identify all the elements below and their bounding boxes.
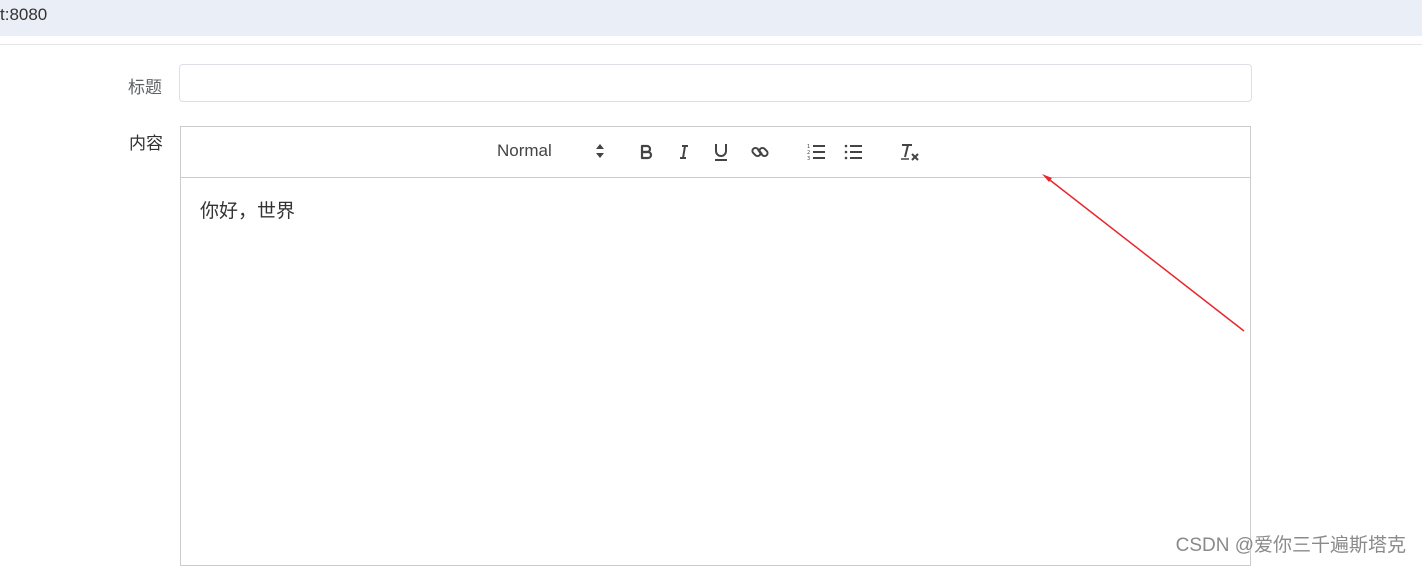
underline-button[interactable] [708,139,734,165]
header-format-select[interactable]: Normal [493,139,605,165]
bullet-list-button[interactable] [840,139,866,165]
bullet-list-icon [843,142,863,162]
bold-button[interactable] [633,139,659,165]
editor-content-area[interactable]: 你好，世界 [181,178,1250,567]
italic-button[interactable] [671,139,697,165]
link-icon [750,142,770,162]
browser-divider [0,44,1422,45]
rich-text-editor: Normal 1 2 3 你好，世界 [180,126,1251,566]
link-button[interactable] [747,139,773,165]
ordered-list-button[interactable]: 1 2 3 [803,139,829,165]
content-label: 内容 [129,134,163,154]
clear-format-icon [899,142,921,162]
browser-address-bar[interactable]: t:8080 [0,0,1422,36]
editor-toolbar: Normal 1 2 3 [181,127,1250,178]
csdn-watermark: CSDN @爱你三千遍斯塔克 [1175,535,1406,556]
ordered-list-icon: 1 2 3 [806,142,826,162]
svg-text:3: 3 [807,156,810,162]
clear-format-button[interactable] [897,139,923,165]
italic-icon [675,143,693,161]
header-format-value: Normal [497,141,552,160]
underline-icon [712,142,730,162]
editor-body-text: 你好，世界 [200,200,296,222]
bold-icon [637,143,655,161]
title-input[interactable] [179,64,1252,102]
url-text[interactable]: t:8080 [0,5,47,25]
title-label: 标题 [128,78,162,98]
select-arrows-icon [595,142,605,164]
